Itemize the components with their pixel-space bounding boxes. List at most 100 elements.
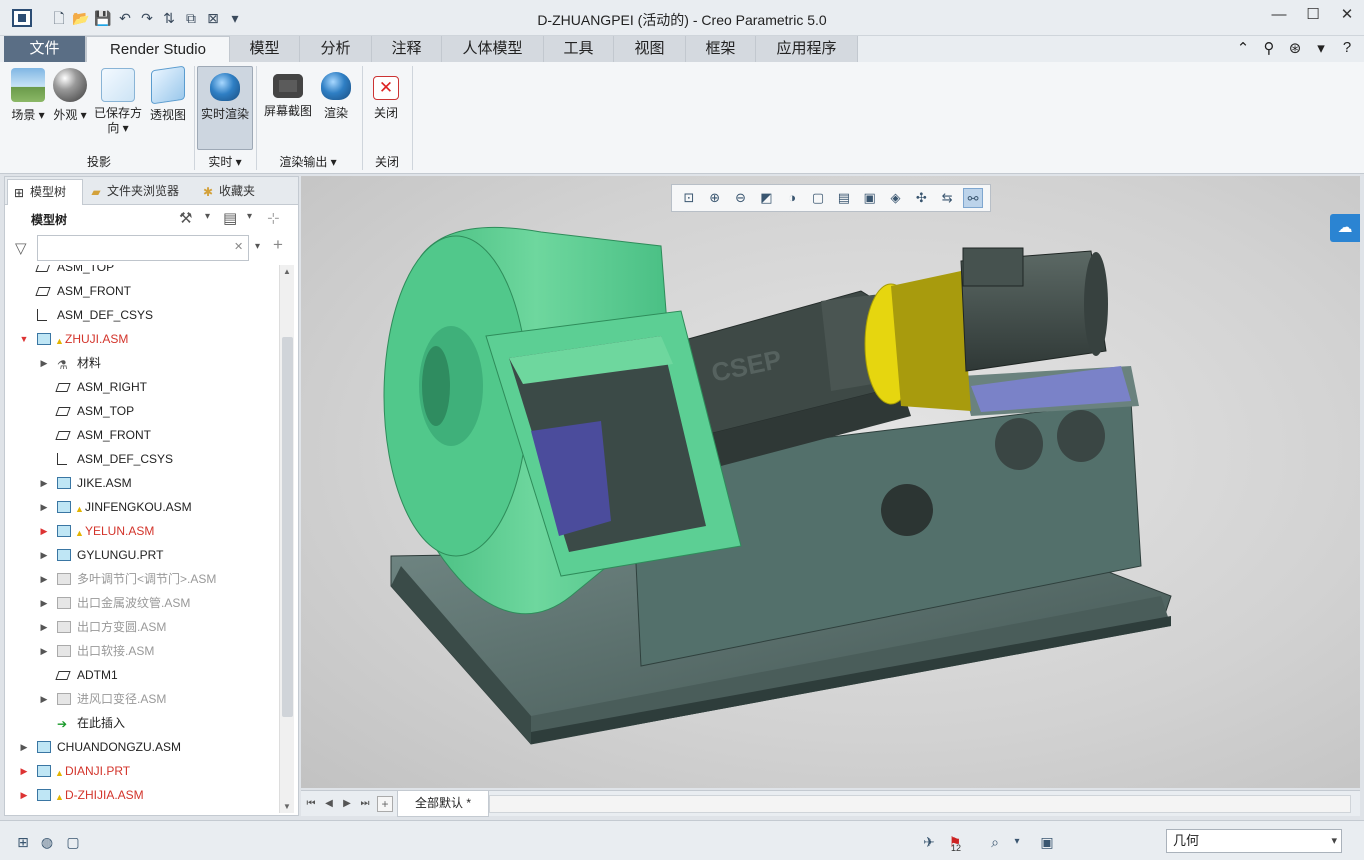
tree-item[interactable]: ADTM1 <box>5 663 275 687</box>
expand-arrow-icon[interactable]: ▶ <box>39 471 49 495</box>
save-icon[interactable]: 💾 <box>94 9 112 27</box>
tab-favorites[interactable]: ✱ 收藏夹 <box>197 179 269 205</box>
close-render-button[interactable]: ✕ 关闭 <box>366 66 406 121</box>
graphics-viewport[interactable]: ⊡ ⊕ ⊖ ◩ ◑ ▢ ▤ ▣ ◈ ✣ ⇆ ⚯ ☁ CSEP <box>301 176 1360 788</box>
expand-arrow-icon[interactable]: ▶ <box>19 735 29 759</box>
next-sheet-icon[interactable]: ▶ <box>341 795 353 813</box>
new-file-icon[interactable]: 🗋 <box>50 9 68 27</box>
show-browser-icon[interactable]: ◍ <box>36 831 58 853</box>
saved-orientations-button[interactable]: 已保存方向 ▾ <box>90 66 146 136</box>
tree-scrollbar[interactable]: ▲ ▼ <box>279 265 294 813</box>
prev-sheet-icon[interactable]: ◀ <box>323 795 335 813</box>
help-center-icon[interactable]: ⊛ <box>1286 39 1304 57</box>
find-dropdown-icon[interactable]: ▾ <box>1006 831 1028 853</box>
expand-arrow-icon[interactable]: ▶ <box>39 495 49 519</box>
tab-model[interactable]: 模型 <box>230 36 300 62</box>
tree-item[interactable]: ▶ 多叶调节门<调节门>.ASM <box>5 567 275 591</box>
appearance-button[interactable]: 外观 ▾ <box>50 66 90 123</box>
collapse-arrow-icon[interactable]: ▼ <box>19 327 29 351</box>
expand-arrow-icon[interactable]: ▶ <box>39 639 49 663</box>
tree-item[interactable]: ▶ ▲ DIANJI.PRT <box>5 759 275 783</box>
clear-search-icon[interactable]: ✕ <box>234 240 243 253</box>
render-output-group-label[interactable]: 渲染输出 ▾ <box>258 153 358 170</box>
realtime-group-label[interactable]: 实时 ▾ <box>196 153 254 170</box>
expand-arrow-icon[interactable]: ▶ <box>39 591 49 615</box>
expand-arrow-icon[interactable]: ▶ <box>19 783 29 807</box>
selection-filter-select[interactable]: 几何 <box>1166 829 1342 853</box>
filter-funnel-icon[interactable]: ▽ <box>15 239 27 257</box>
tree-item[interactable]: ▶ CHUANDONGZU.ASM <box>5 735 275 759</box>
expand-arrow-icon[interactable]: ▶ <box>39 543 49 567</box>
tab-annotate[interactable]: 注释 <box>372 36 442 62</box>
tree-item[interactable]: ▶ GYLUNGU.PRT <box>5 543 275 567</box>
search-dropdown-icon[interactable]: ▾ <box>255 241 260 252</box>
tree-item[interactable]: ▶ JIKE.ASM <box>5 471 275 495</box>
tree-item[interactable]: ASM_FRONT <box>5 279 275 303</box>
tree-item[interactable]: ▼ ▲ ZHUJI.ASM <box>5 327 275 351</box>
selection-filter-icon[interactable]: ▣ <box>1036 831 1058 853</box>
tree-item[interactable]: ▶ 出口软接.ASM <box>5 639 275 663</box>
expand-arrow-icon[interactable]: ▶ <box>39 615 49 639</box>
creo-app-icon[interactable] <box>12 9 32 27</box>
find-binoculars-icon[interactable]: ⌕ <box>984 831 1006 853</box>
tab-framework[interactable]: 框架 <box>686 36 756 62</box>
perspective-button[interactable]: 透视图 <box>146 65 190 123</box>
first-sheet-icon[interactable]: ⏮ <box>305 795 317 813</box>
expand-arrow-icon[interactable]: ▶ <box>39 519 49 543</box>
tab-file[interactable]: 文件 <box>4 36 86 62</box>
tab-applications[interactable]: 应用程序 <box>756 36 858 62</box>
expand-arrow-icon[interactable]: ▶ <box>39 351 49 375</box>
tree-item[interactable]: ASM_FRONT <box>5 423 275 447</box>
show-dropdown-icon[interactable]: ▾ <box>247 211 252 222</box>
screenshot-button[interactable]: 屏幕截图 <box>260 66 316 119</box>
full-screen-icon[interactable]: ▢ <box>62 831 84 853</box>
settings-dropdown-icon[interactable]: ▾ <box>205 211 210 222</box>
tab-manikin[interactable]: 人体模型 <box>442 36 544 62</box>
tree-item[interactable]: ASM_TOP <box>5 399 275 423</box>
tree-item[interactable]: ➔ 在此插入 <box>5 711 275 735</box>
settings-tools-icon[interactable]: ⚒ <box>179 209 192 227</box>
show-options-icon[interactable]: ▤ <box>223 209 237 227</box>
help-dropdown-icon[interactable]: ▾ <box>1312 39 1330 57</box>
tree-item[interactable]: ASM_DEF_CSYS <box>5 447 275 471</box>
show-navigator-icon[interactable]: ⊞ <box>12 831 34 853</box>
last-sheet-icon[interactable]: ⏭ <box>359 795 371 813</box>
tab-folder-browser[interactable]: ▰ 文件夹浏览器 <box>85 179 193 205</box>
minimize-button[interactable]: — <box>1270 6 1288 24</box>
tree-item[interactable]: ▶ ▲ YELUN.ASM <box>5 519 275 543</box>
undo-icon[interactable]: ↶ <box>116 9 134 27</box>
tree-item[interactable]: ASM_RIGHT <box>5 375 275 399</box>
tab-tools[interactable]: 工具 <box>544 36 614 62</box>
tab-view[interactable]: 视图 <box>614 36 686 62</box>
tree-item[interactable]: ▶ 出口金属波纹管.ASM <box>5 591 275 615</box>
expand-arrow-icon[interactable]: ▶ <box>19 759 29 783</box>
tree-item[interactable]: ▶ 进风口变径.ASM <box>5 687 275 711</box>
sheet-tab-all-default[interactable]: 全部默认 * <box>397 791 489 817</box>
windows-icon[interactable]: ⧉ <box>182 9 200 27</box>
tab-analysis[interactable]: 分析 <box>300 36 372 62</box>
render-button[interactable]: 渲染 <box>316 66 356 121</box>
tree-item[interactable]: ▶ 出口方变圆.ASM <box>5 615 275 639</box>
help-icon[interactable]: ? <box>1338 39 1356 57</box>
expand-arrow-icon[interactable]: ▶ <box>39 687 49 711</box>
tab-model-tree[interactable]: ⊞ 模型树 <box>7 179 83 205</box>
tree-item[interactable]: ▶ ▲ JINFENGKOU.ASM <box>5 495 275 519</box>
scene-button[interactable]: 场景 ▾ <box>6 66 50 123</box>
tree-search-input[interactable] <box>37 235 249 261</box>
redo-icon[interactable]: ↷ <box>138 9 156 27</box>
close-window-icon[interactable]: ⊠ <box>204 9 222 27</box>
regen-status-icon[interactable]: ✈ <box>918 831 940 853</box>
scrollbar-thumb[interactable] <box>282 337 293 717</box>
realtime-render-button[interactable]: 实时渲染 <box>197 66 253 150</box>
regenerate-icon[interactable]: ⇅ <box>160 9 178 27</box>
search-icon[interactable]: ⚲ <box>1260 39 1278 57</box>
scroll-down-icon[interactable]: ▼ <box>283 802 291 811</box>
close-button[interactable]: ✕ <box>1338 6 1356 24</box>
expand-arrow-icon[interactable]: ▶ <box>39 567 49 591</box>
tree-item[interactable]: ASM_DEF_CSYS <box>5 303 275 327</box>
collapse-ribbon-icon[interactable]: ⌃ <box>1234 39 1252 57</box>
add-filter-icon[interactable]: + <box>273 235 283 255</box>
add-sheet-button[interactable]: + <box>377 796 393 812</box>
tree-item[interactable]: ▶ ⚗ 材料 <box>5 351 275 375</box>
qat-customize-icon[interactable]: ▾ <box>226 9 244 27</box>
